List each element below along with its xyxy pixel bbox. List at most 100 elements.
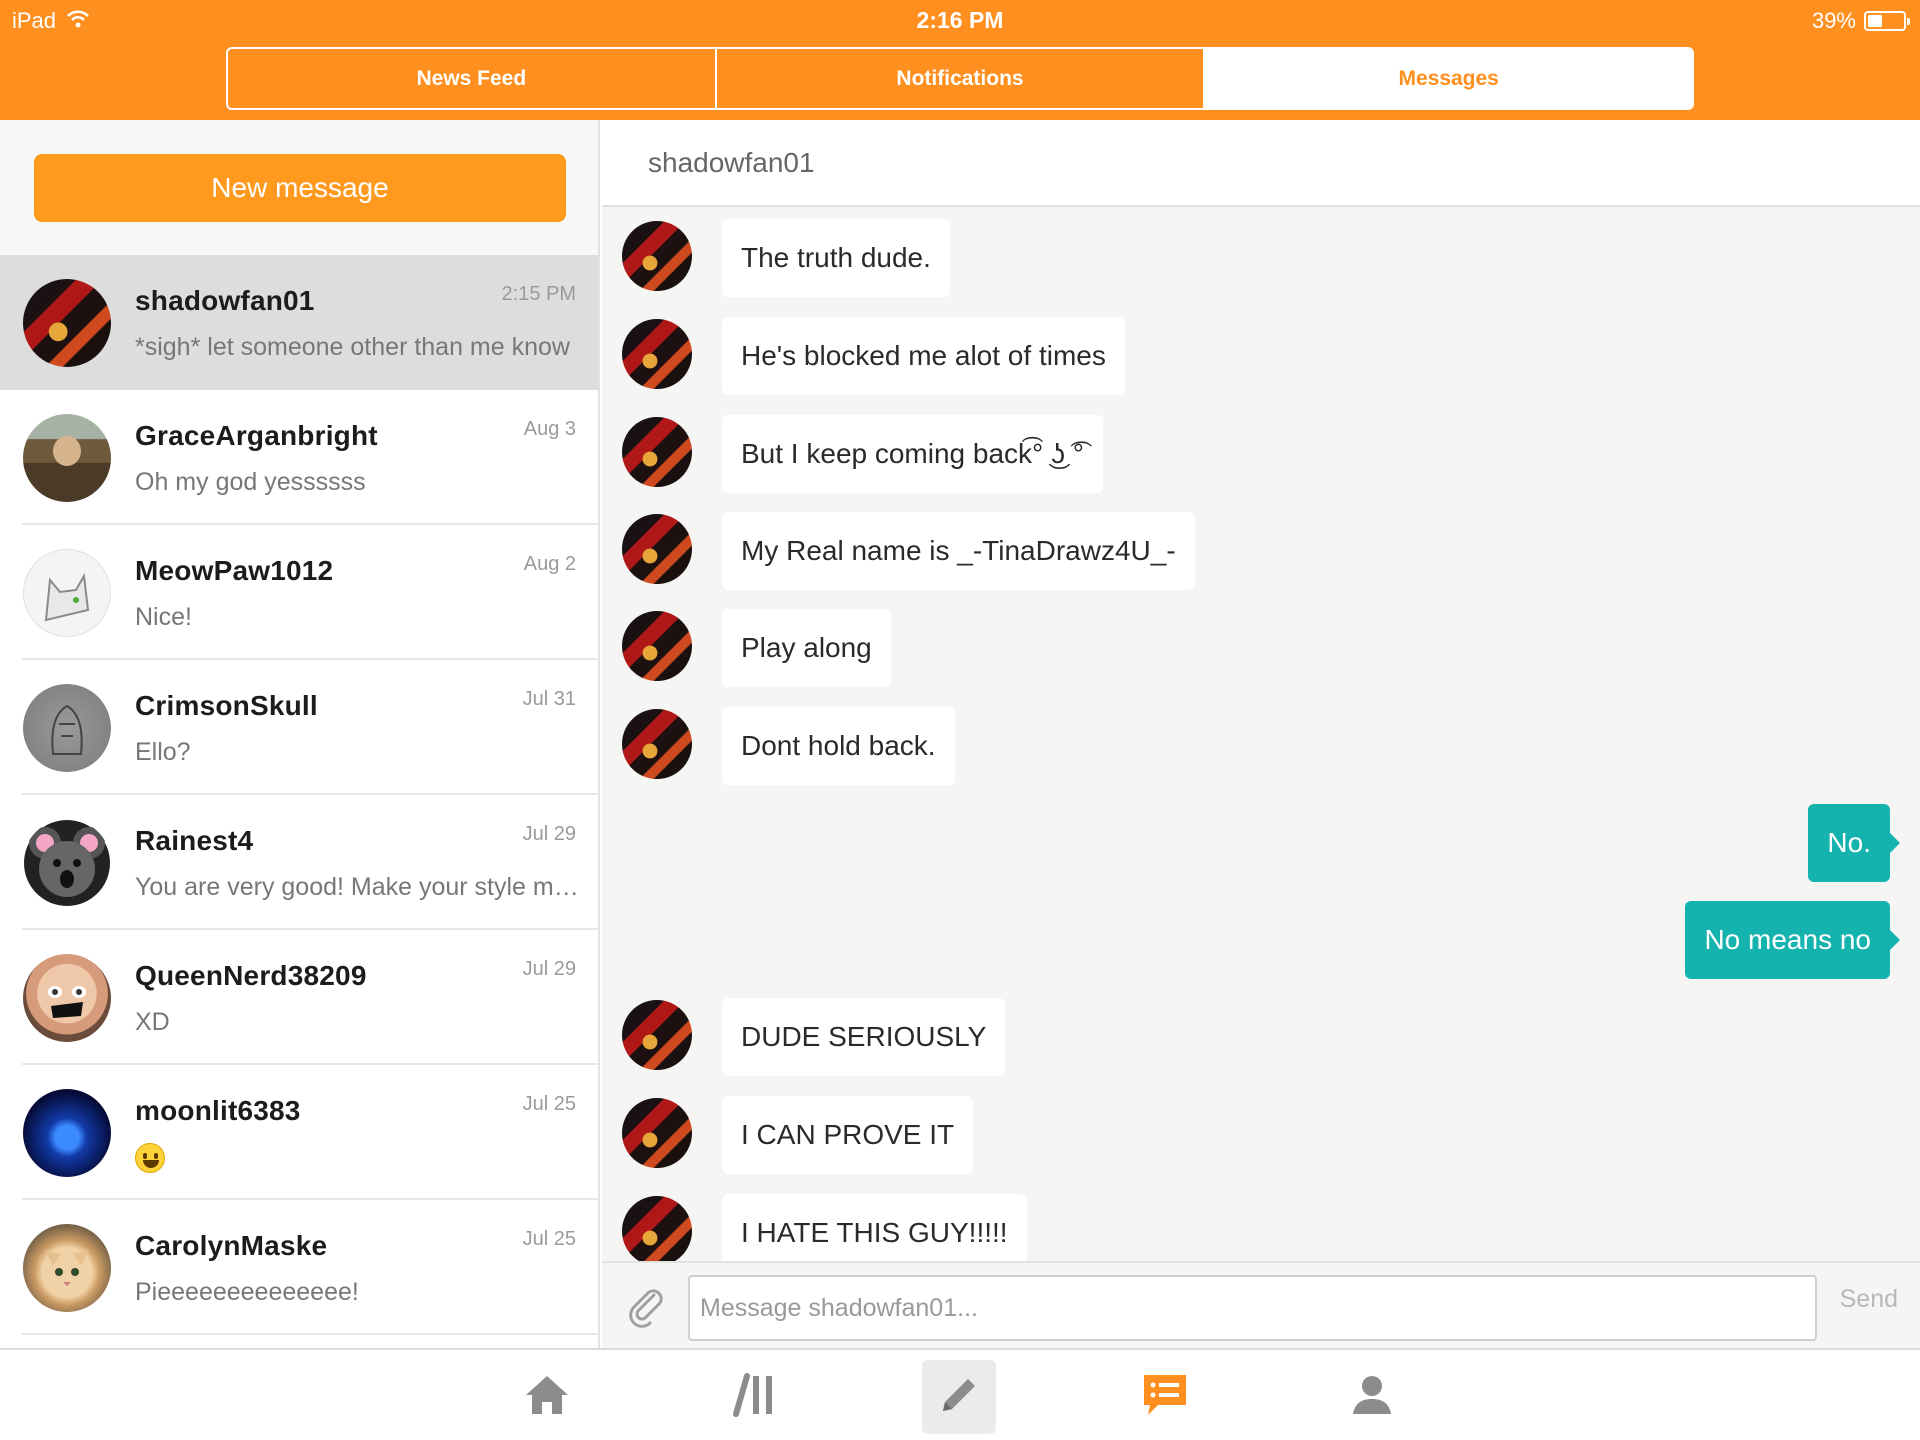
conversation-date: Jul 25 [522, 1093, 576, 1115]
avatar [23, 414, 111, 502]
message-bubble: Play along [722, 609, 891, 687]
conversation-name: QueenNerd38209 [135, 960, 367, 991]
bottom-tab-bar [0, 1348, 1920, 1440]
message-composer: Send [602, 1261, 1920, 1348]
message-row: Dont hold back. [602, 707, 1920, 785]
status-right: 39% [1811, 8, 1910, 34]
send-button[interactable]: Send [1840, 1285, 1898, 1314]
status-time: 2:16 PM [916, 7, 1004, 33]
chat-header: shadowfan01 [602, 120, 1920, 207]
avatar [622, 514, 692, 584]
conversation-preview: Ello? [135, 738, 191, 766]
message-bubble: DUDE SERIOUSLY [722, 998, 1006, 1076]
conversation-preview: You are very good! Make your style more [135, 873, 580, 901]
conversation-preview: Oh my god yessssss [135, 468, 366, 496]
conversation-name: Rainest4 [135, 825, 254, 856]
conversation-preview: Pieeeeeeeeeeeeee! [135, 1278, 359, 1306]
message-bubble: Dont hold back. [722, 707, 955, 785]
message-bubble: But I keep coming back͡° ͜ʖ ͡° [722, 415, 1103, 493]
tab-messages-bottom[interactable] [1128, 1360, 1202, 1434]
avatar [622, 1098, 692, 1168]
battery-icon [1864, 11, 1910, 31]
message-row: The truth dude. [602, 219, 1920, 297]
message-row: He's blocked me alot of times [602, 317, 1920, 395]
conversation-item[interactable]: CarolynMaske Jul 25 Pieeeeeeeeeeeeee! [0, 1200, 598, 1335]
message-row-outgoing: No means no [602, 901, 1920, 979]
tab-write[interactable] [922, 1360, 996, 1434]
avatar [23, 1224, 111, 1312]
conversation-date: Aug 3 [523, 418, 576, 440]
avatar [23, 684, 111, 772]
conversation-date: Aug 2 [523, 553, 576, 575]
conversation-item[interactable]: QueenNerd38209 Jul 29 XD [0, 930, 598, 1065]
conversation-date: 2:15 PM [501, 283, 576, 305]
grinning-face-emoji-icon [135, 1143, 165, 1174]
message-row: But I keep coming back͡° ͜ʖ ͡° [602, 415, 1920, 493]
avatar [23, 954, 111, 1042]
conversation-name: shadowfan01 [135, 285, 315, 316]
app-header: iPad 2:16 PM 39% News Feed Notifications… [0, 0, 1920, 120]
conversation-date: Jul 29 [522, 823, 576, 845]
tab-messages[interactable]: Messages [1205, 49, 1692, 108]
conversation-item[interactable]: GraceArganbright Aug 3 Oh my god yesssss… [0, 390, 598, 525]
divider [22, 1333, 598, 1335]
tab-profile[interactable] [1335, 1360, 1409, 1434]
message-row: I HATE THIS GUY!!!!! [602, 1194, 1920, 1261]
new-message-button[interactable]: New message [34, 154, 566, 222]
message-row: Play along [602, 609, 1920, 687]
top-tab-switcher: News Feed Notifications Messages [226, 47, 1694, 110]
home-icon [523, 1373, 571, 1422]
avatar [23, 819, 111, 907]
message-bubble-outgoing: No means no [1685, 901, 1900, 979]
conversation-date: Jul 29 [522, 958, 576, 980]
conversation-item[interactable]: moonlit6383 Jul 25 [0, 1065, 598, 1200]
avatar [622, 709, 692, 779]
message-bubble: I CAN PROVE IT [722, 1096, 974, 1174]
library-icon [731, 1372, 779, 1423]
avatar [622, 1000, 692, 1070]
message-bubble: He's blocked me alot of times [722, 317, 1125, 395]
conversation-date: Jul 25 [522, 1228, 576, 1250]
conversation-item[interactable]: shadowfan01 2:15 PM *sigh* let someone o… [0, 255, 598, 390]
avatar [622, 319, 692, 389]
message-row: DUDE SERIOUSLY [602, 998, 1920, 1076]
new-message-area: New message [0, 120, 598, 255]
conversation-name: CrimsonSkull [135, 690, 318, 721]
conversation-item[interactable]: CrimsonSkull Jul 31 Ello? [0, 660, 598, 795]
message-input[interactable] [688, 1275, 1817, 1341]
avatar [23, 279, 111, 367]
tab-home[interactable] [510, 1360, 584, 1434]
message-row-outgoing: No. [602, 804, 1920, 882]
conversation-list-pane: New message shadowfan01 2:15 PM *sigh* l… [0, 120, 600, 1348]
tab-news-feed[interactable]: News Feed [228, 49, 717, 108]
status-bar: iPad 2:16 PM 39% [0, 0, 1920, 40]
conversation-name: GraceArganbright [135, 420, 378, 451]
tab-library[interactable] [718, 1360, 792, 1434]
battery-percent: 39% [1811, 8, 1856, 33]
message-row: I CAN PROVE IT [602, 1096, 1920, 1174]
message-bubble-outgoing: No. [1808, 804, 1900, 882]
message-thread: The truth dude. He's blocked me alot of … [602, 207, 1920, 1261]
conversation-item[interactable]: MeowPaw1012 Aug 2 Nice! [0, 525, 598, 660]
message-row: My Real name is _-TinaDrawz4U_- [602, 512, 1920, 590]
conversation-name: CarolynMaske [135, 1230, 328, 1261]
message-bubble: I HATE THIS GUY!!!!! [722, 1194, 1027, 1261]
avatar [23, 549, 111, 637]
conversation-preview: XD [135, 1008, 170, 1036]
pencil-icon [935, 1371, 983, 1424]
conversation-date: Jul 31 [522, 688, 576, 710]
avatar [622, 417, 692, 487]
messages-icon [1140, 1371, 1190, 1424]
profile-icon [1349, 1372, 1395, 1423]
tab-notifications[interactable]: Notifications [717, 49, 1206, 108]
avatar [622, 611, 692, 681]
chat-title: shadowfan01 [648, 147, 815, 178]
conversation-item[interactable]: Rainest4 Jul 29 You are very good! Make … [0, 795, 598, 930]
message-bubble: My Real name is _-TinaDrawz4U_- [722, 512, 1195, 590]
paperclip-icon[interactable] [624, 1283, 670, 1329]
avatar [622, 1196, 692, 1261]
conversation-name: MeowPaw1012 [135, 555, 334, 586]
avatar [23, 1089, 111, 1177]
conversation-preview: Nice! [135, 603, 192, 631]
conversation-preview [135, 1143, 580, 1174]
